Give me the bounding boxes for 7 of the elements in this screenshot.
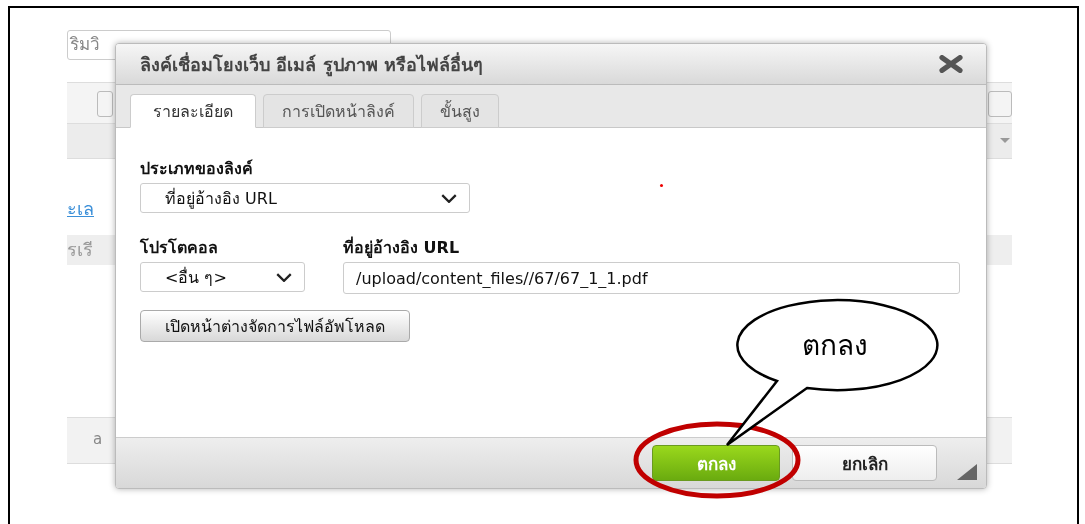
status-text: a <box>93 430 103 448</box>
field-label: โปรโตคอล <box>140 237 219 259</box>
callout-text: ตกลง <box>802 329 868 362</box>
content-text: รเรี <box>67 239 93 260</box>
field-label: ประเภทของลิงค์ <box>140 158 254 180</box>
dialog-title: ลิงค์เชื่อมโยงเว็บ อีเมล์ รูปภาพ หรือไฟล์อื่นๆ <box>140 51 483 79</box>
field-label: ที่อยู่อ้างอิง URL <box>343 235 461 260</box>
